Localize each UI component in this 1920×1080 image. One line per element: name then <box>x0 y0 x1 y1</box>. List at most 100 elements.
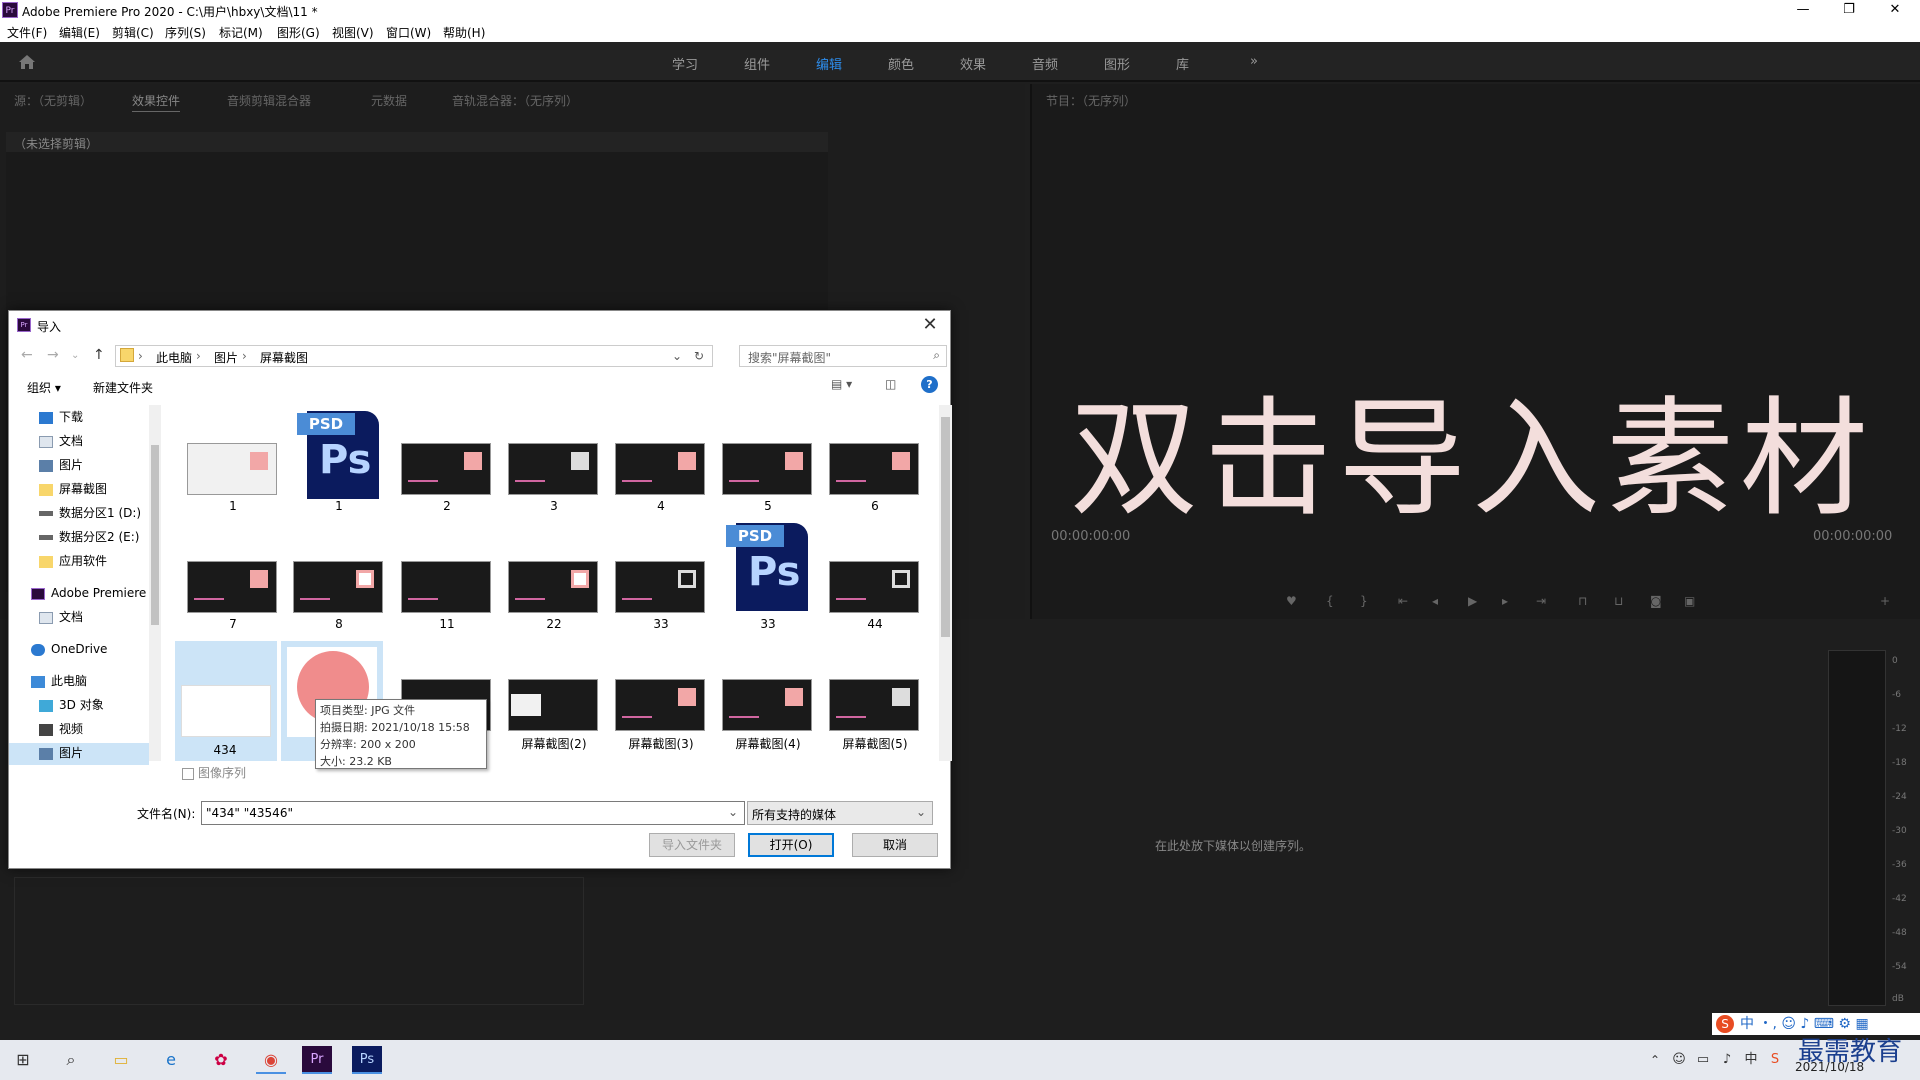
file-explorer-icon[interactable]: ▭ <box>106 1046 136 1074</box>
workspace-learn[interactable]: 学习 <box>672 54 698 73</box>
nav-item-this-pc[interactable]: 此电脑 <box>9 671 149 693</box>
sogou-tray-icon[interactable]: S <box>1760 1046 1790 1074</box>
file-grid-scrollbar[interactable] <box>939 405 952 761</box>
edge-browser-icon[interactable]: e <box>156 1046 186 1074</box>
file-item[interactable]: 屏幕截图(2) <box>504 641 598 753</box>
menu-sequence[interactable]: 序列(S) <box>165 24 206 41</box>
cancel-button[interactable]: 取消 <box>852 833 938 857</box>
workspace-color[interactable]: 颜色 <box>888 54 914 73</box>
taskbar-date[interactable]: 2021/10/18 <box>1795 1060 1864 1074</box>
breadcrumb-this-pc[interactable]: 此电脑 <box>156 349 192 366</box>
tab-metadata[interactable]: 元数据 <box>371 92 407 109</box>
workspace-editing[interactable]: 编辑 <box>816 54 842 73</box>
nav-item-videos[interactable]: 视频 <box>9 719 149 741</box>
tab-source[interactable]: 源：（无剪辑） <box>14 92 92 109</box>
tab-audio-clip-mixer[interactable]: 音频剪辑混合器 <box>227 92 311 109</box>
workspace-assembly[interactable]: 组件 <box>744 54 770 73</box>
dialog-close-button[interactable]: ✕ <box>918 314 942 335</box>
lift-icon[interactable]: ⊓ <box>1578 594 1587 608</box>
open-button[interactable]: 打开(O) <box>748 833 834 857</box>
file-item[interactable]: 4 <box>611 405 705 517</box>
workspace-graphics[interactable]: 图形 <box>1104 54 1130 73</box>
up-arrow-icon[interactable]: ↑ <box>93 347 105 363</box>
file-item[interactable]: 33 <box>611 523 705 635</box>
file-item[interactable]: 11 <box>397 523 491 635</box>
chrome-icon[interactable]: ◉ <box>256 1046 286 1074</box>
breadcrumb-screenshots[interactable]: 屏幕截图 <box>260 349 308 366</box>
premiere-taskbar-icon[interactable]: Pr <box>302 1046 332 1074</box>
forward-arrow-icon[interactable]: → <box>47 347 59 363</box>
scrollbar-thumb[interactable] <box>151 445 159 625</box>
organize-button[interactable]: 组织 ▾ <box>27 379 61 396</box>
tab-audio-track-mixer[interactable]: 音轨混合器：（无序列） <box>452 92 578 109</box>
photoshop-taskbar-icon[interactable]: Ps <box>352 1046 382 1074</box>
recent-locations-icon[interactable]: ⌄ <box>71 350 79 361</box>
nav-item-adobe-premiere[interactable]: Adobe Premiere <box>9 583 149 605</box>
export-frame-icon[interactable]: ◙ <box>1650 594 1662 608</box>
nav-item-apps[interactable]: 应用软件 <box>9 551 149 573</box>
address-bar[interactable]: › 此电脑 › 图片 › 屏幕截图 ⌄ ↻ <box>115 345 713 367</box>
mark-out-icon[interactable]: } <box>1360 594 1368 608</box>
app-icon[interactable]: ✿ <box>206 1046 236 1074</box>
scrollbar-thumb[interactable] <box>941 417 950 637</box>
file-item[interactable]: 6 <box>825 405 919 517</box>
tab-program[interactable]: 节目：（无序列） <box>1046 92 1136 109</box>
nav-item-drive-d[interactable]: 数据分区1 (D:) <box>9 503 149 525</box>
program-timecode-current[interactable]: 00:00:00:00 <box>1051 529 1130 544</box>
nav-item-documents[interactable]: 文档 <box>9 431 149 453</box>
workspace-effects[interactable]: 效果 <box>960 54 986 73</box>
workspace-more-button[interactable]: » <box>1250 54 1258 69</box>
file-item[interactable]: 屏幕截图(3) <box>611 641 705 753</box>
menu-file[interactable]: 文件(F) <box>7 24 47 41</box>
chevron-down-icon[interactable]: ⌄ <box>728 805 738 819</box>
nav-item-pictures-2[interactable]: 图片 <box>9 743 149 765</box>
file-item-selected[interactable]: 434 <box>175 641 277 761</box>
file-item[interactable]: 1 <box>183 405 277 517</box>
step-forward-icon[interactable]: ▸ <box>1502 594 1508 608</box>
nav-item-3d-objects[interactable]: 3D 对象 <box>9 695 149 717</box>
extract-icon[interactable]: ⊔ <box>1614 594 1623 608</box>
image-sequence-option[interactable]: 图像序列 <box>182 764 246 781</box>
nav-item-pictures[interactable]: 图片 <box>9 455 149 477</box>
workspace-audio[interactable]: 音频 <box>1032 54 1058 73</box>
search-icon[interactable]: ⌕ <box>56 1046 86 1074</box>
preview-pane-icon[interactable]: ◫ <box>885 377 896 391</box>
import-folder-button[interactable]: 导入文件夹 <box>649 833 735 857</box>
file-item[interactable]: 5 <box>718 405 812 517</box>
nav-item-downloads[interactable]: 下载 <box>9 407 149 429</box>
address-dropdown-icon[interactable]: ⌄ <box>672 349 682 363</box>
nav-item-screenshots[interactable]: 屏幕截图 <box>9 479 149 501</box>
menu-clip[interactable]: 剪辑(C) <box>112 24 154 41</box>
workspace-libraries[interactable]: 库 <box>1176 54 1189 73</box>
file-item[interactable]: PSD Ps 1 <box>289 405 379 517</box>
breadcrumb-pictures[interactable]: 图片 <box>214 349 238 366</box>
menu-marker[interactable]: 标记(M) <box>219 24 263 41</box>
file-item[interactable]: 7 <box>183 523 277 635</box>
menu-graphics[interactable]: 图形(G) <box>277 24 320 41</box>
file-item[interactable]: 2 <box>397 405 491 517</box>
search-box[interactable]: 搜索"屏幕截图" ⌕ <box>739 345 947 367</box>
navigation-scrollbar[interactable] <box>149 405 161 761</box>
minimize-button[interactable]: — <box>1780 0 1826 21</box>
go-to-in-icon[interactable]: ⇤ <box>1398 594 1408 608</box>
step-back-icon[interactable]: ◂ <box>1432 594 1438 608</box>
go-to-out-icon[interactable]: ⇥ <box>1536 594 1546 608</box>
help-icon[interactable]: ? <box>921 376 938 393</box>
close-window-button[interactable]: ✕ <box>1872 0 1918 21</box>
add-button-icon[interactable]: + <box>1880 594 1890 608</box>
file-item[interactable]: 44 <box>825 523 919 635</box>
back-arrow-icon[interactable]: ← <box>21 347 33 363</box>
marker-icon[interactable]: ♥ <box>1286 594 1297 608</box>
image-sequence-checkbox[interactable] <box>182 767 194 780</box>
menu-view[interactable]: 视图(V) <box>332 24 374 41</box>
file-item[interactable]: 22 <box>504 523 598 635</box>
menu-window[interactable]: 窗口(W) <box>386 24 431 41</box>
windows-start-icon[interactable]: ⊞ <box>8 1046 38 1074</box>
menu-help[interactable]: 帮助(H) <box>443 24 485 41</box>
sogou-ime-icon[interactable]: S <box>1716 1015 1734 1033</box>
file-item[interactable]: PSD Ps 33 <box>718 523 808 635</box>
file-item[interactable]: 屏幕截图(4) <box>718 641 812 753</box>
filename-input[interactable]: "434" "43546" ⌄ <box>201 801 745 825</box>
view-options-icon[interactable]: ▤ ▾ <box>831 377 852 391</box>
nav-item-drive-e[interactable]: 数据分区2 (E:) <box>9 527 149 549</box>
